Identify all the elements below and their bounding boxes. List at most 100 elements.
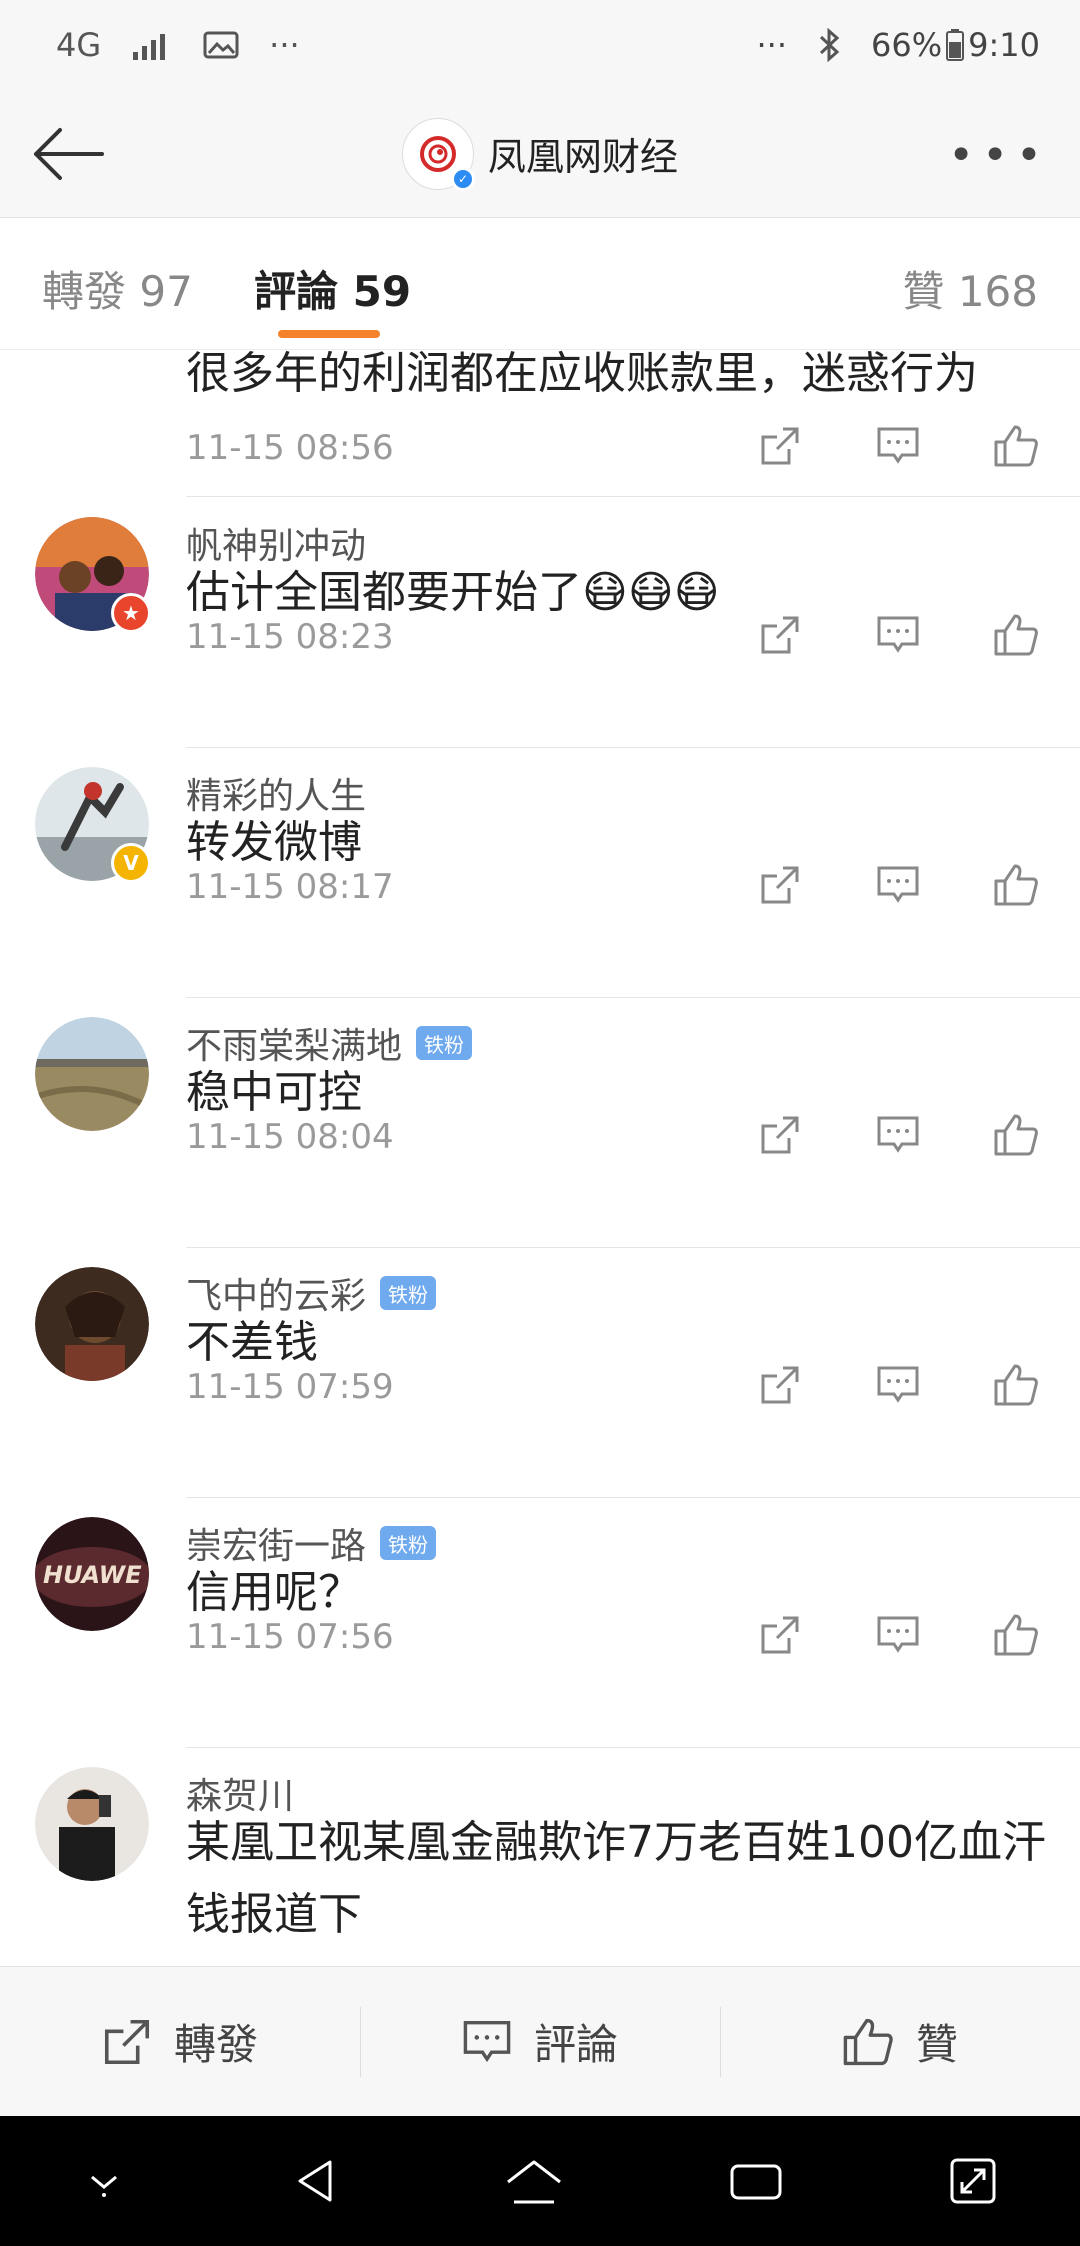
comment-text: 很多年的利润都在应收账款里，迷惑行为 [186,350,978,399]
recent-apps-icon[interactable] [728,2158,784,2204]
status-bar: 4G ··· ··· 66% 9:10 [0,0,1080,90]
like-button[interactable] [992,1111,1040,1159]
star-badge-icon: ★ [111,593,151,633]
iron-fan-badge: 铁粉 [380,1526,437,1560]
phoenix-logo-icon [419,135,456,172]
chevron-down-icon[interactable] [82,2159,126,2203]
account-logo: ✓ [401,117,475,191]
comment-label: 評論 [533,2020,618,2069]
comment-icon [877,427,919,464]
battery-icon [946,29,965,61]
like-button[interactable] [992,422,1040,470]
battery-percent: 66% [871,26,943,64]
comment-time: 11-15 07:56 [186,1617,394,1657]
like-button[interactable] [992,861,1040,909]
comment-list[interactable]: 很多年的利润都在应收账款里，迷惑行为 11-15 08:56 ★ 帆神别冲动 估… [0,350,1080,1966]
comment-icon [877,1366,919,1403]
back-triangle-icon[interactable] [290,2156,340,2206]
divider [186,1497,1080,1498]
comment-time: 11-15 08:04 [186,1117,394,1157]
repost-icon [761,616,799,654]
avatar-brand-text: HUAWE [43,1561,142,1589]
clock: 9:10 [968,26,1040,64]
like-action-button[interactable]: 贊 [720,1967,1080,2116]
iron-fan-badge: 铁粉 [416,1026,473,1060]
repost-button[interactable] [756,611,804,659]
repost-label: 轉發 [173,2020,258,2069]
bottom-action-bar: 轉發 評論 贊 [0,1966,1080,2116]
signal-icon [133,34,166,60]
divider [186,496,1080,497]
comment-time: 11-15 07:59 [186,1367,394,1407]
comment-icon [877,866,919,903]
comment-button[interactable] [874,1111,922,1159]
divider [186,1747,1080,1748]
comment-icon [877,1116,919,1153]
verified-badge-icon: ✓ [450,166,475,191]
like-label: 贊 [915,2020,958,2069]
avatar[interactable]: HUAWE [35,1517,149,1631]
tab-comments[interactable]: 評論 59 [254,258,411,319]
avatar-image [35,1017,149,1131]
divider [186,997,1080,998]
home-icon[interactable] [504,2156,564,2206]
repost-button[interactable] [756,422,804,470]
iron-fan-badge: 铁粉 [380,1276,437,1310]
thumbs-up-icon [994,1364,1038,1406]
thumbs-up-icon [994,425,1038,467]
comment-button[interactable] [874,1361,922,1409]
repost-icon [761,427,799,465]
thumbs-up-icon [843,2018,893,2065]
comment-icon [877,616,919,653]
repost-button[interactable] [756,1611,804,1659]
divider [186,1247,1080,1248]
divider [186,747,1080,748]
avatar[interactable]: ★ [35,517,151,633]
comment-text: 某凰卫视某凰金融欺诈7万老百姓100亿血汗钱报道下 [186,1817,1046,1940]
back-button[interactable] [26,114,110,194]
more-options-button[interactable]: ••• [948,130,1050,181]
repost-action-button[interactable]: 轉發 [0,1967,360,2116]
repost-button[interactable] [756,1111,804,1159]
comment-button[interactable] [874,1611,922,1659]
verified-v-badge-icon: V [111,843,151,883]
comment-icon [877,1616,919,1653]
thumbs-up-icon [994,1114,1038,1156]
avatar-image [35,1767,149,1881]
avatar-image [35,1267,149,1381]
repost-button[interactable] [756,1361,804,1409]
account-header[interactable]: ✓ 凤凰网财经 [401,117,678,191]
repost-button[interactable] [756,861,804,909]
back-arrow-icon [34,128,104,180]
comment-action-button[interactable]: 評論 [360,1967,720,2116]
avatar[interactable] [35,1767,149,1881]
comment-time: 11-15 08:56 [186,428,394,468]
active-tab-indicator [278,330,380,338]
comment-button[interactable] [874,611,922,659]
tab-bar: 轉發 97 評論 59 贊 168 [0,218,1080,350]
avatar-image: HUAWE [35,1517,149,1631]
repost-icon [761,1366,799,1404]
bluetooth-icon [819,28,840,62]
comment-icon [463,2020,511,2062]
thumbs-up-icon [994,864,1038,906]
thumbs-up-icon [994,1614,1038,1656]
repost-icon [761,866,799,904]
more-status-dots-right: ··· [756,26,788,64]
repost-icon [104,2019,150,2064]
like-button[interactable] [992,1611,1040,1659]
like-button[interactable] [992,611,1040,659]
avatar[interactable]: V [35,767,151,883]
image-icon [203,31,239,59]
avatar[interactable] [35,1267,149,1381]
like-button[interactable] [992,1361,1040,1409]
comment-button[interactable] [874,861,922,909]
tab-likes[interactable]: 贊 168 [902,258,1038,319]
more-status-dots: ··· [269,26,300,64]
tab-reposts[interactable]: 轉發 97 [42,258,193,319]
comment-time: 11-15 08:23 [186,617,394,657]
comment-button[interactable] [874,422,922,470]
avatar[interactable] [35,1017,149,1131]
nav-bar: ✓ 凤凰网财经 ••• [0,90,1080,218]
expand-icon[interactable] [948,2156,998,2206]
